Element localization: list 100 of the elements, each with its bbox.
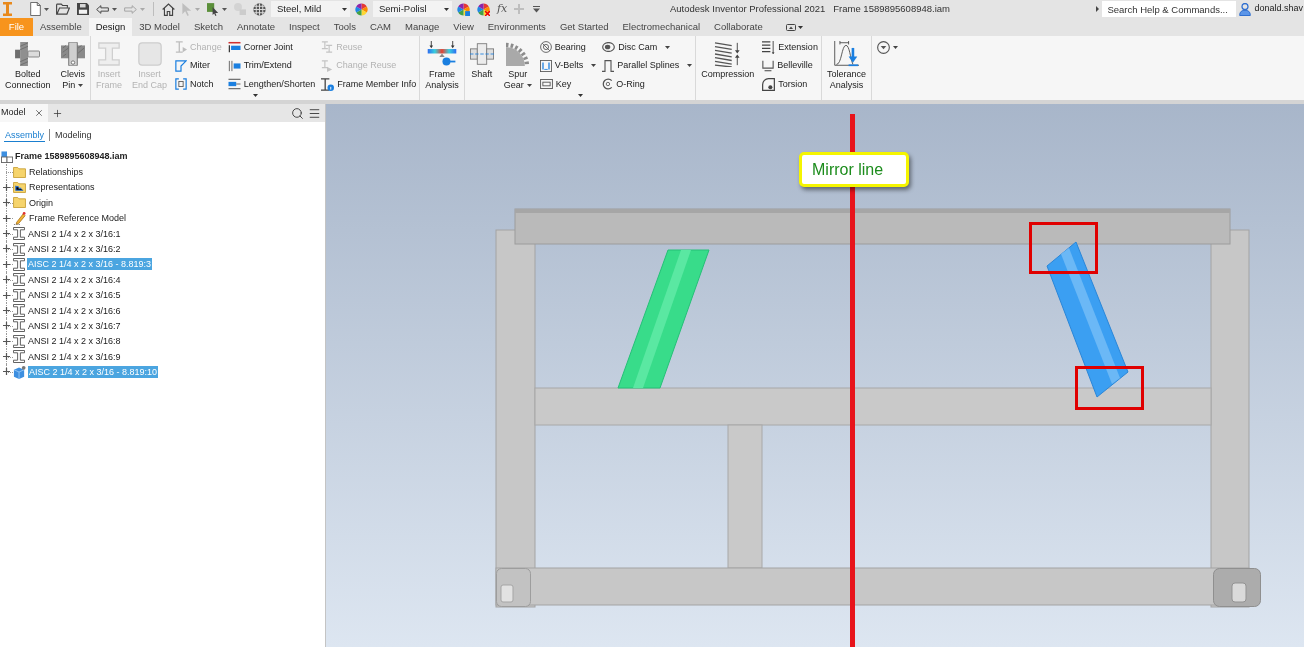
expand-icon[interactable] [3,276,10,284]
pencil-icon [13,211,26,225]
ribbon-tab[interactable]: Collaborate [707,18,770,36]
toolbar-button[interactable] [75,0,91,18]
ribbon-tab[interactable]: Annotate [230,18,283,36]
tool-button[interactable]: Frame Analysis [422,38,462,91]
expand-icon[interactable] [3,353,10,361]
tool-button[interactable]: Miter [174,56,223,75]
ribbon-options-button[interactable] [875,41,899,54]
plus-icon [514,4,525,14]
toolbar-button[interactable] [160,0,177,18]
tree-item[interactable]: Representations [28,181,96,194]
toolbar-button[interactable] [205,0,229,18]
coil-icon [762,40,776,54]
tool-button[interactable]: Spur Gear [500,38,535,91]
caret-icon[interactable] [577,93,583,97]
tool-button[interactable]: Bearing [538,38,598,57]
tool-button[interactable]: Lengthen/Shorten [226,75,317,94]
save-icon [77,3,89,15]
expand-icon[interactable] [3,322,10,330]
tool-button[interactable]: V-Belts [538,56,598,75]
expand-icon[interactable] [3,229,10,237]
tree-item[interactable]: ANSI 2 1/4 x 2 x 3/16:4 [27,273,122,286]
ribbon-tab[interactable]: Sketch [186,18,230,36]
tool-button[interactable]: Extension [761,38,819,57]
toolbar-button[interactable] [455,0,472,18]
formula-button[interactable]: fx [495,0,510,18]
tree-root[interactable]: Frame 1589895608948.iam [15,149,128,164]
browser-tab[interactable]: Model [0,104,48,122]
tree-item[interactable]: Relationships [28,166,85,179]
expand-icon[interactable] [3,183,10,191]
mode-tab[interactable]: Assembly [4,128,45,142]
mode-tab[interactable]: Modeling [54,129,93,141]
window-icon [785,23,796,31]
beam-icon [13,273,25,287]
tree-item[interactable]: ANSI 2 1/4 x 2 x 3/16:5 [27,289,122,302]
tool-button[interactable]: Corner Joint [226,38,317,57]
close-icon[interactable] [33,108,44,118]
expand-icon[interactable] [3,306,10,314]
beam-arrow-icon [175,41,188,54]
tool-button[interactable]: O-Ring [601,75,694,94]
tool-button[interactable]: Notch [174,75,223,94]
tool-button[interactable]: Belleville [761,56,819,75]
ribbon-tab[interactable]: View [446,18,481,36]
tool-button[interactable]: Tolerance Analysis [823,38,869,91]
toolbar-button[interactable] [353,0,370,18]
shapes-icon [234,3,246,15]
add-icon[interactable] [51,107,63,119]
ribbon-tab[interactable]: Design [88,18,133,36]
user-icon [1239,2,1252,16]
dropdown[interactable]: Semi-Polisl [373,1,452,17]
ribbon-tab[interactable]: Tools [326,18,363,36]
undo-icon [96,4,109,14]
expand-icon[interactable] [3,368,10,376]
user-name[interactable]: donald.shav [1254,2,1304,16]
ribbon-tab[interactable]: Environments [480,18,553,36]
ribbon-tab[interactable]: Electromechanical [615,18,708,36]
tool-button[interactable]: Torsion [761,75,819,94]
corner-joint-icon [227,41,241,54]
tree-item[interactable]: ANSI 2 1/4 x 2 x 3/16:7 [27,320,122,332]
caret-icon[interactable] [252,93,258,97]
cube-icon [13,365,26,379]
tool-button[interactable]: Clevis Pin [57,38,89,91]
ribbon-tab[interactable]: Manage [398,18,447,36]
toolbar-button[interactable] [28,0,51,18]
expand-icon[interactable] [3,260,10,268]
toolbar-button[interactable] [475,0,492,18]
toolbar-button[interactable] [251,0,268,18]
ribbon-tab[interactable]: Inspect [282,18,327,36]
dropdown[interactable]: Steel, Mild [271,1,350,17]
tool-button[interactable]: Shaft [466,38,497,91]
tree-item[interactable]: ANSI 2 1/4 x 2 x 3/16:1 [27,227,122,240]
tool-button[interactable]: Compression [698,38,758,91]
tool-button[interactable]: Trim/Extend [226,56,317,75]
ribbon-tab[interactable]: 3D Model [132,18,187,36]
expand-icon[interactable] [3,199,10,207]
expand-icon[interactable] [3,214,10,222]
expand-icon[interactable] [3,337,10,345]
ribbon-tab[interactable]: CAM [362,18,398,36]
expand-icon[interactable] [3,291,10,299]
tree-item[interactable]: ANSI 2 1/4 x 2 x 3/16:6 [27,304,122,317]
menu-icon[interactable] [308,106,321,120]
search-field[interactable]: Search Help & Commands... [1102,1,1237,17]
app-title: Autodesk Inventor Professional 2021 [670,1,826,16]
tree-item[interactable]: Frame Reference Model [28,212,128,225]
expand-icon[interactable] [3,245,10,253]
tree-item[interactable]: ANSI 2 1/4 x 2 x 3/16:9 [27,350,122,363]
tool-button[interactable]: Key [538,75,598,94]
tool-button[interactable]: Parallel Splines [601,56,694,75]
tree-item[interactable]: ANSI 2 1/4 x 2 x 3/16:2 [27,243,122,256]
tool-button[interactable]: Bolted Connection [2,38,54,91]
tree-item[interactable]: Origin [28,196,54,209]
belt-icon [539,59,552,72]
tree-item[interactable]: ANSI 2 1/4 x 2 x 3/16:8 [27,335,122,348]
search-icon[interactable] [291,106,304,120]
tool-button[interactable]: Disc Cam [601,38,694,57]
caret-icon [892,46,898,49]
ribbon-tab[interactable]: Assemble [33,18,89,36]
tool-button[interactable]: Frame Member Info [320,75,418,94]
ribbon-tab[interactable]: Get Started [552,18,616,36]
